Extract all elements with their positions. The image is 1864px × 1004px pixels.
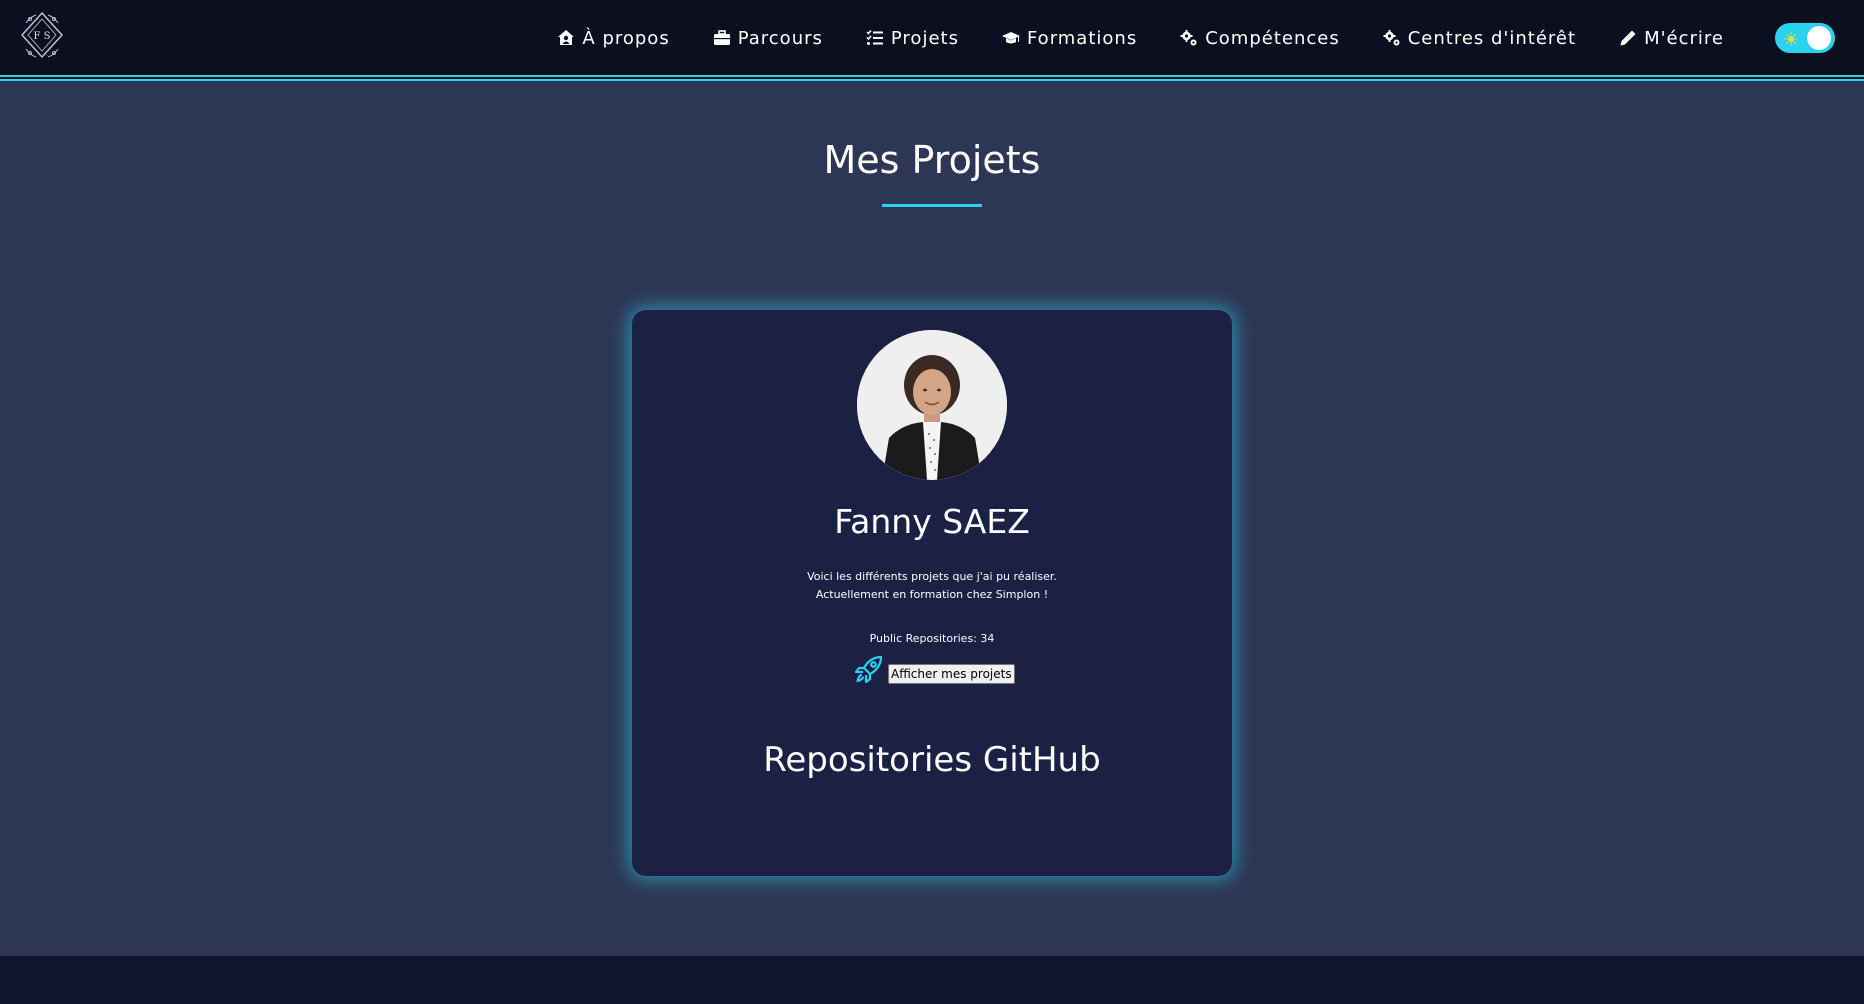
graduation-cap-icon: [1001, 29, 1020, 47]
show-projects-button[interactable]: Afficher mes projets: [888, 664, 1015, 684]
nav-item-label: M'écrire: [1644, 27, 1724, 49]
nav-item-label: Formations: [1026, 27, 1138, 49]
navbar: F S À propos Parcours Projets Formations…: [0, 0, 1864, 77]
profile-card: Fanny SAEZ Voici les différents projets …: [632, 310, 1232, 876]
nav-item-label: Parcours: [737, 27, 823, 49]
page-title: Mes Projets: [823, 138, 1041, 182]
nav-item-competences[interactable]: Compétences: [1180, 28, 1340, 49]
nav-item-label: Compétences: [1205, 27, 1340, 49]
site-logo[interactable]: F S: [18, 9, 66, 61]
description-line: Actuellement en formation chez Simplon !: [815, 588, 1049, 601]
svg-text:F S: F S: [34, 31, 51, 42]
rocket-icon: [854, 654, 884, 684]
title-underline: [882, 204, 982, 207]
nav-item-formations[interactable]: Formations: [1001, 27, 1138, 49]
avatar: [857, 330, 1007, 480]
nav-item-parcours[interactable]: Parcours: [713, 28, 823, 49]
nav-item-label: À propos: [582, 27, 670, 49]
pencil-icon: [1619, 29, 1637, 47]
gears-icon: [1180, 29, 1198, 47]
public-repos-label: Public Repositories: 34: [869, 632, 995, 645]
gears-icon: [1383, 29, 1401, 47]
list-check-icon: [866, 29, 884, 47]
repos-heading: Repositories GitHub: [763, 740, 1101, 780]
show-projects-row: Afficher mes projets: [854, 650, 1015, 684]
nav-item-centres-interet[interactable]: Centres d'intérêt: [1383, 28, 1576, 49]
home-user-icon: [557, 29, 575, 47]
description-line: Voici les différents projets que j'ai pu…: [807, 570, 1057, 583]
nav-item-projets[interactable]: Projets: [866, 28, 959, 49]
toggle-knob: [1807, 26, 1831, 50]
public-repos-count: Public Repositories: 34: [632, 632, 1232, 645]
nav-item-label: Centres d'intérêt: [1407, 27, 1577, 49]
main-nav: À propos Parcours Projets Formations Com…: [514, 0, 1724, 76]
theme-toggle[interactable]: [1775, 23, 1835, 53]
briefcase-icon: [713, 29, 731, 47]
sun-icon: [1784, 31, 1798, 46]
nav-item-label: Projets: [890, 27, 959, 49]
nav-item-m-ecrire[interactable]: M'écrire: [1619, 28, 1724, 49]
profile-name: Fanny SAEZ: [834, 502, 1030, 541]
profile-description: Voici les différents projets que j'ai pu…: [632, 568, 1232, 604]
nav-item-a-propos[interactable]: À propos: [557, 28, 669, 49]
footer: [0, 956, 1864, 1004]
